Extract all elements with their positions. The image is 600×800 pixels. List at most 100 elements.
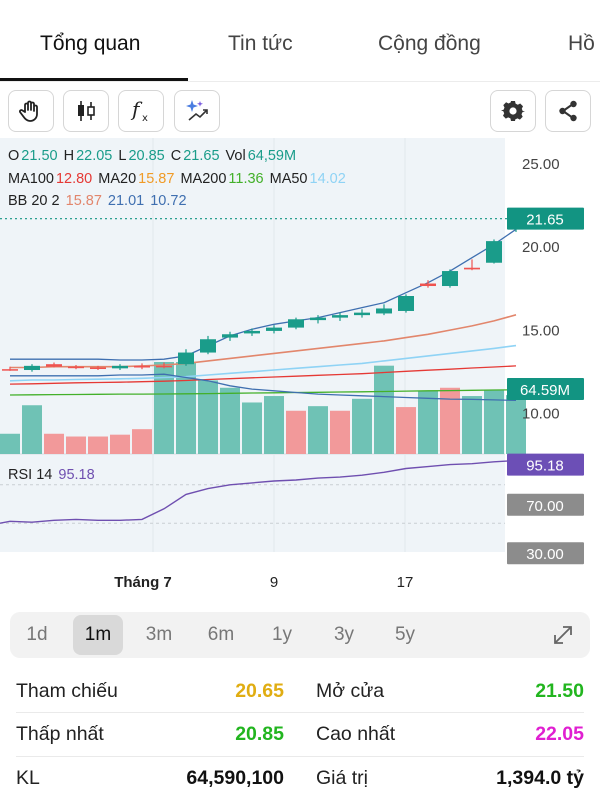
volume-bar <box>198 380 218 454</box>
candle-body <box>222 334 238 338</box>
candle-body <box>46 364 62 367</box>
share-button[interactable] <box>545 90 591 132</box>
ai-sparkle-icon <box>186 100 208 121</box>
ma200-value: 11.36 <box>228 171 264 187</box>
volume-bar <box>396 407 416 454</box>
candle-body <box>178 352 194 365</box>
range-3m-button[interactable]: 3m <box>134 615 184 655</box>
trade-value-label: Giá trị <box>316 767 369 789</box>
low-label: L <box>118 148 127 164</box>
range-1d-button[interactable]: 1d <box>12 615 62 655</box>
candle-body <box>464 267 480 270</box>
high-value: 22.05 <box>76 148 113 164</box>
range-5y-button[interactable]: 5y <box>380 615 430 655</box>
low-value: 20.85 <box>128 148 165 164</box>
volume-badge: 64.59M <box>520 382 570 399</box>
low-price-label: Thấp nhất <box>16 723 104 745</box>
rsi-legend: RSI 14 95.18 <box>8 467 101 483</box>
candle-body <box>398 296 414 311</box>
volume-bar <box>132 429 152 454</box>
price-statistics: Tham chiếu 20.65 Mở cửa 21.50 Thấp nhất … <box>0 668 600 800</box>
settings-gear-icon <box>501 101 525 121</box>
open-price-value: 21.50 <box>535 680 584 702</box>
volume-bar <box>264 396 284 454</box>
range-3y-button[interactable]: 3y <box>319 615 369 655</box>
candle-body <box>244 330 260 334</box>
y-axis-tick-label: 20.00 <box>522 239 560 256</box>
last-price-badge: 21.65 <box>526 212 564 229</box>
candle-body <box>2 369 18 371</box>
candle-body <box>354 312 370 316</box>
candle-body <box>156 365 172 368</box>
y-axis-tick-label: 10.00 <box>522 405 560 422</box>
svg-text:x: x <box>142 113 148 124</box>
y-axis-tick-label: 25.00 <box>522 156 560 173</box>
volume-label: Vol <box>225 148 246 164</box>
moving-average-legend: MA100 12.80 MA20 15.87 MA200 11.36 MA50 14.02 <box>8 171 352 187</box>
candle-body <box>332 315 348 318</box>
settings-button[interactable] <box>490 90 536 132</box>
volume-stat-label: KL <box>16 767 40 789</box>
range-1y-button[interactable]: 1y <box>257 615 307 655</box>
candle-body <box>420 283 436 287</box>
volume-stat-value: 64,590,100 <box>186 767 284 789</box>
bb-upper-value: 21.01 <box>107 193 145 209</box>
y-axis-tick-label: 15.00 <box>522 322 560 339</box>
ma20-value: 15.87 <box>138 171 175 187</box>
row-divider <box>16 712 584 713</box>
hand-draw-icon <box>19 100 38 122</box>
candlestick-icon <box>78 101 95 121</box>
candle-body <box>112 365 128 369</box>
ohlc-legend: O 21.50 H 22.05 L 20.85 C 21.65 Vol 64,59M <box>8 148 302 164</box>
expand-chart-icon[interactable] <box>550 622 576 648</box>
x-axis-tick-label: 17 <box>397 574 414 591</box>
high-label: H <box>63 148 75 164</box>
rsi-label: RSI 14 <box>8 467 53 483</box>
volume-bar <box>462 396 482 454</box>
volume-bar <box>22 405 42 454</box>
tab-community[interactable]: Cộng đồng <box>378 32 481 56</box>
open-value: 21.50 <box>21 148 58 164</box>
candle-body <box>266 327 282 331</box>
bb-label: BB 20 2 <box>8 193 60 209</box>
volume-bar <box>286 410 306 454</box>
candle-body <box>288 319 304 328</box>
volume-bar <box>88 436 108 454</box>
bb-basis-value: 15.87 <box>65 193 102 209</box>
bollinger-legend: BB 20 2 15.87 21.01 10.72 <box>8 193 193 209</box>
ma50-label: MA50 <box>269 171 308 187</box>
range-6m-button[interactable]: 6m <box>196 615 246 655</box>
function-icon: f x <box>130 97 148 124</box>
ai-analysis-button[interactable] <box>174 90 220 132</box>
candle-body <box>24 365 40 371</box>
volume-bar <box>66 436 86 454</box>
drawing-tool-button[interactable] <box>8 90 54 132</box>
volume-value: 64,59M <box>247 148 297 164</box>
bb-lower-value: 10.72 <box>150 193 187 209</box>
share-icon <box>559 100 577 122</box>
indicators-button[interactable]: f x <box>118 90 164 132</box>
volume-bar <box>0 433 20 454</box>
ma100-value: 12.80 <box>55 171 93 187</box>
ma50-value: 14.02 <box>309 171 346 187</box>
tab-overview[interactable]: Tổng quan <box>40 32 140 56</box>
close-label: C <box>170 148 182 164</box>
high-price-value: 22.05 <box>535 723 584 745</box>
reference-price-label: Tham chiếu <box>16 680 118 702</box>
volume-bar <box>330 410 350 454</box>
chart-type-button[interactable] <box>63 90 109 132</box>
tab-news[interactable]: Tin tức <box>228 32 293 56</box>
range-1m-button[interactable]: 1m <box>73 615 123 655</box>
top-tab-bar: Tổng quan Tin tức Cộng đồng Hồ <box>0 0 600 82</box>
volume-bar <box>418 390 438 454</box>
candle-body <box>134 365 150 368</box>
active-tab-indicator <box>0 78 188 81</box>
candle-body <box>486 241 502 263</box>
tab-more[interactable]: Hồ <box>568 32 595 56</box>
volume-bar <box>352 398 372 454</box>
candle-body <box>200 339 216 353</box>
x-axis-tick-label: 9 <box>270 574 278 591</box>
volume-bar <box>220 387 240 454</box>
open-price-label: Mở cửa <box>316 680 385 702</box>
volume-bar <box>242 402 262 454</box>
